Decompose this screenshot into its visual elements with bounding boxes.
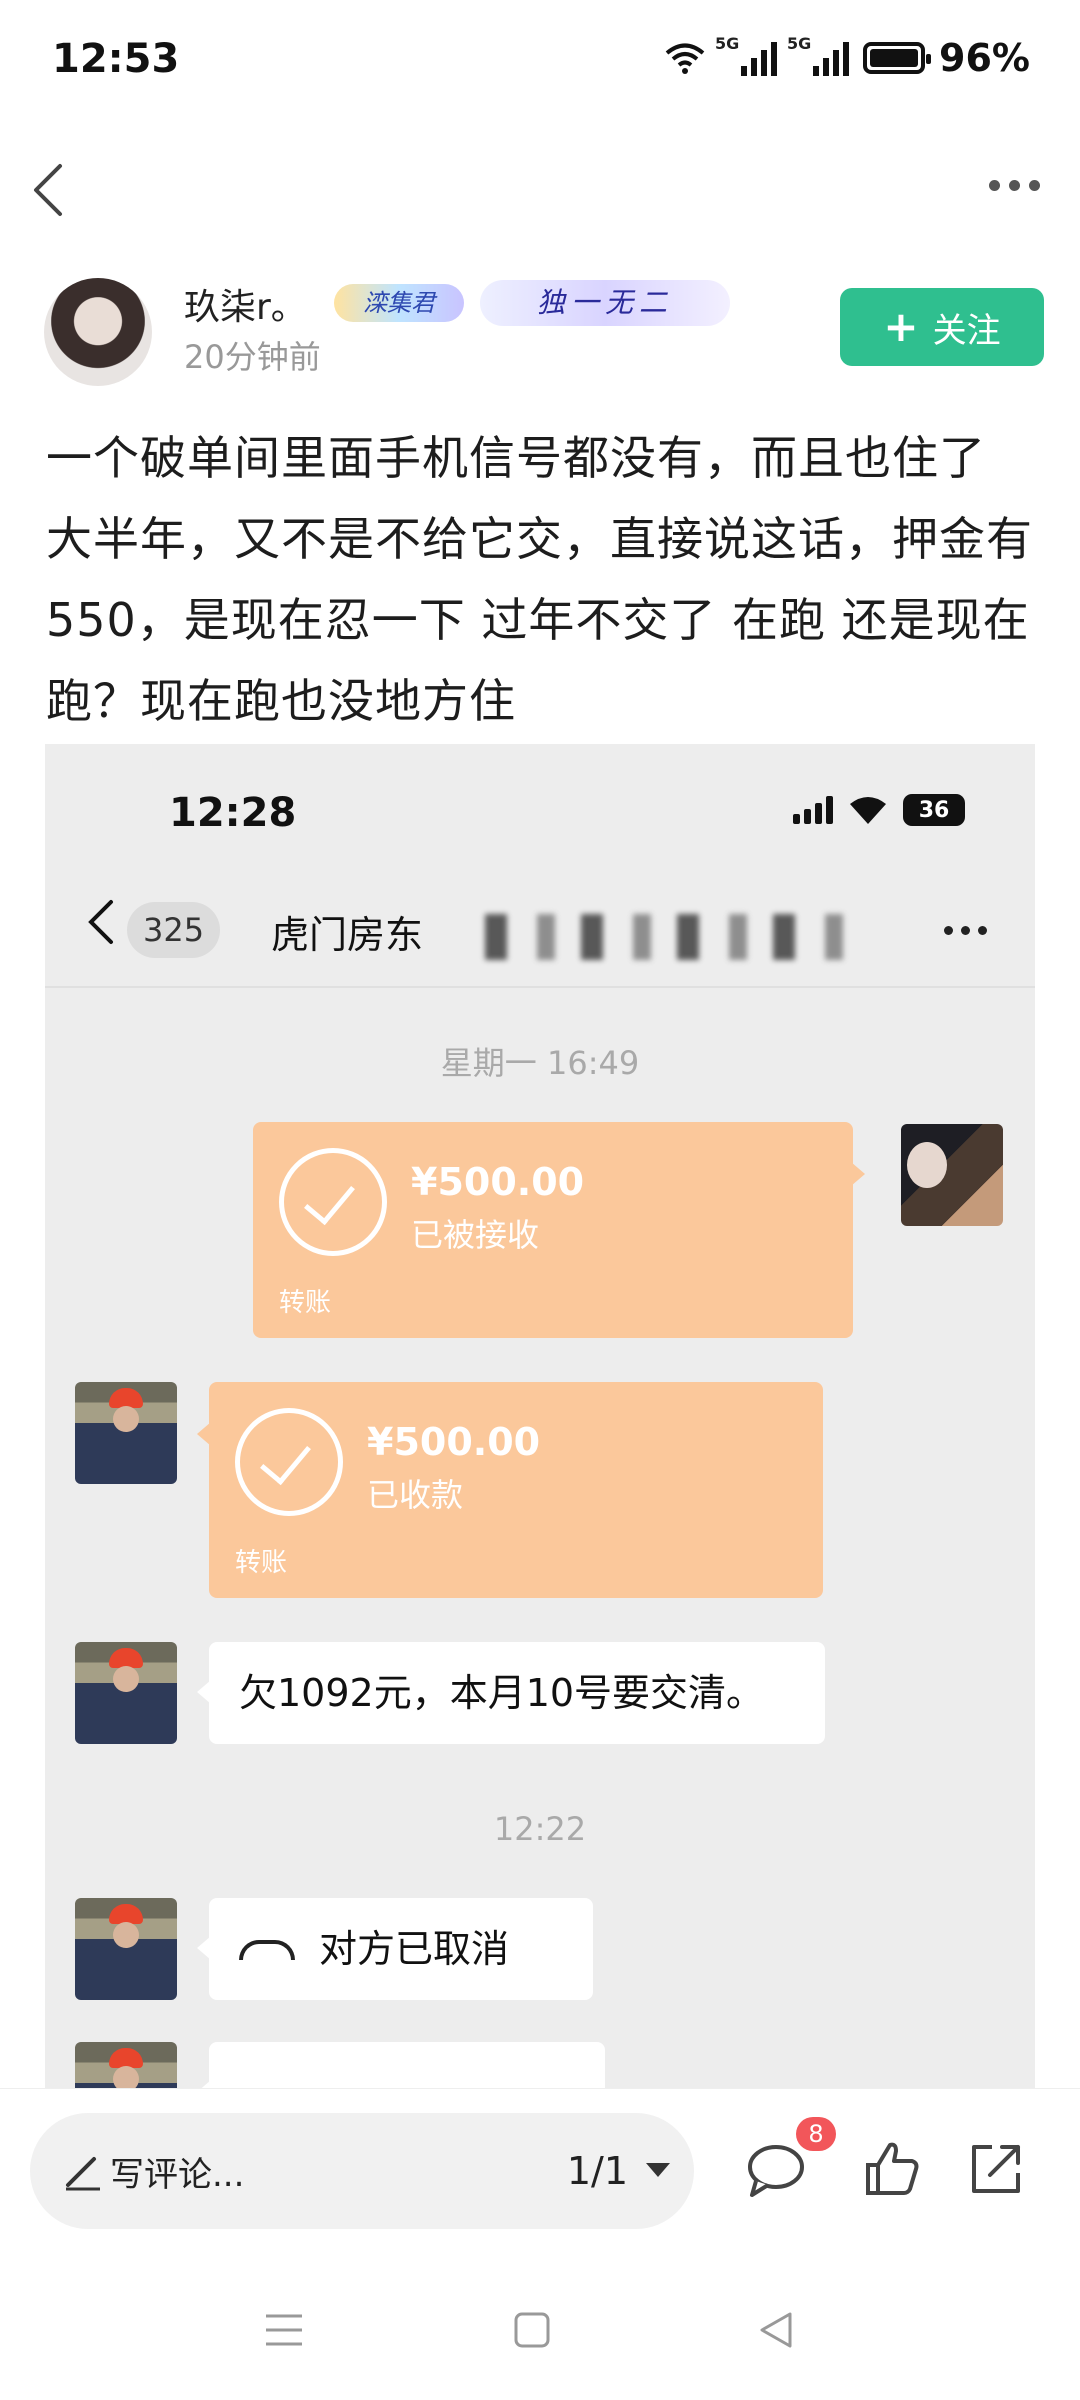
author-avatar[interactable] [44, 278, 152, 386]
chat-timestamp: 12:22 [493, 1810, 587, 1848]
plus-icon: + [883, 302, 919, 351]
landlord-avatar [75, 2042, 177, 2088]
pencil-icon [66, 2157, 100, 2191]
author-row: 玖柒r。 滦集君 独一无二 20分钟前 + 关注 [44, 278, 1044, 388]
call-status: 对方已取消 [319, 1927, 510, 1971]
landlord-avatar [75, 1898, 177, 2000]
share-icon[interactable] [966, 2139, 1026, 2199]
transfer-card-sent: ¥500.00 已被接收 转账 [253, 1122, 865, 1338]
chat-timestamp: 星期一 16:49 [440, 1044, 640, 1082]
transfer-card-received: ¥500.00 已收款 转账 [197, 1382, 823, 1598]
more-options-icon[interactable] [989, 180, 1040, 191]
check-circle-icon [279, 1148, 387, 1256]
call-bubble: 对方已取消 [197, 1898, 593, 2000]
signal-5g-icon-1: 5G [715, 34, 778, 76]
landlord-avatar [75, 1382, 177, 1484]
embedded-wifi-icon [850, 797, 886, 824]
embedded-chat-header: 325 虎门房东 [45, 854, 1035, 988]
transfer-kind: 转账 [279, 1288, 332, 1318]
bottom-action-bar: 写评论... 1/1 8 [0, 2088, 1080, 2229]
embedded-unread-count: 325 [127, 902, 221, 958]
battery-percent: 96% [939, 36, 1030, 80]
follow-button[interactable]: + 关注 [840, 288, 1044, 366]
status-bar: 12:53 5G 5G 96% [0, 0, 1080, 120]
my-avatar [901, 1124, 1003, 1226]
status-icons: 5G 5G 96% [665, 34, 1030, 80]
author-name[interactable]: 玖柒r。 [184, 278, 307, 330]
author-badge-1: 滦集君 [334, 284, 464, 322]
system-nav-bar [0, 2260, 1080, 2400]
comment-input[interactable]: 写评论... 1/1 [30, 2113, 694, 2229]
transfer-status: 已被接收 [411, 1216, 540, 1254]
caret-down-icon[interactable] [646, 2163, 670, 2177]
menu-icon[interactable] [264, 2310, 304, 2350]
like-icon[interactable] [862, 2139, 922, 2199]
embedded-status-time: 12:28 [169, 790, 297, 836]
home-icon[interactable] [512, 2310, 552, 2350]
top-nav [0, 140, 1080, 240]
back-arrow-icon[interactable] [22, 160, 82, 220]
transfer-amount: ¥500.00 [367, 1420, 541, 1464]
author-badge-2: 独一无二 [480, 280, 730, 326]
landlord-avatar [75, 1642, 177, 1744]
message-bubble: 欠1092元，本月10号要交清。 [197, 1642, 825, 1744]
transfer-amount: ¥500.00 [411, 1160, 585, 1204]
embedded-back-icon [88, 900, 113, 944]
post-time: 20分钟前 [184, 338, 321, 376]
embedded-status-bar: 12:28 36 [45, 744, 1035, 854]
embedded-redacted-phone [485, 914, 865, 960]
post-image[interactable]: 12:28 36 325 虎门房东 星期一 16:49 ¥500.00 已被接收… [45, 744, 1035, 2088]
page-indicator[interactable]: 1/1 [567, 2149, 628, 2193]
comment-icon[interactable] [746, 2139, 806, 2199]
status-time: 12:53 [52, 36, 180, 82]
post-text: 一个破单间里面手机信号都没有，而且也住了 大半年，又不是不给它交，直接说这话，押… [46, 431, 1033, 728]
follow-label: 关注 [932, 310, 1001, 351]
embedded-signal-icon [793, 796, 833, 824]
comment-count-badge: 8 [796, 2117, 836, 2151]
battery-icon [863, 42, 932, 74]
transfer-status: 已收款 [367, 1476, 464, 1514]
embedded-more-icon [944, 926, 987, 935]
embedded-chat-title: 虎门房东 [271, 913, 424, 957]
message-bubble-partial [197, 2042, 605, 2088]
transfer-kind: 转账 [235, 1548, 288, 1578]
wifi-icon [665, 43, 705, 74]
embedded-battery-icon: 36 [903, 794, 965, 826]
signal-5g-icon-2: 5G [787, 34, 850, 76]
comment-placeholder: 写评论... [110, 2155, 245, 2195]
phone-hangup-icon [239, 1939, 295, 1960]
check-circle-icon [235, 1408, 343, 1516]
back-triangle-icon[interactable] [756, 2310, 796, 2350]
